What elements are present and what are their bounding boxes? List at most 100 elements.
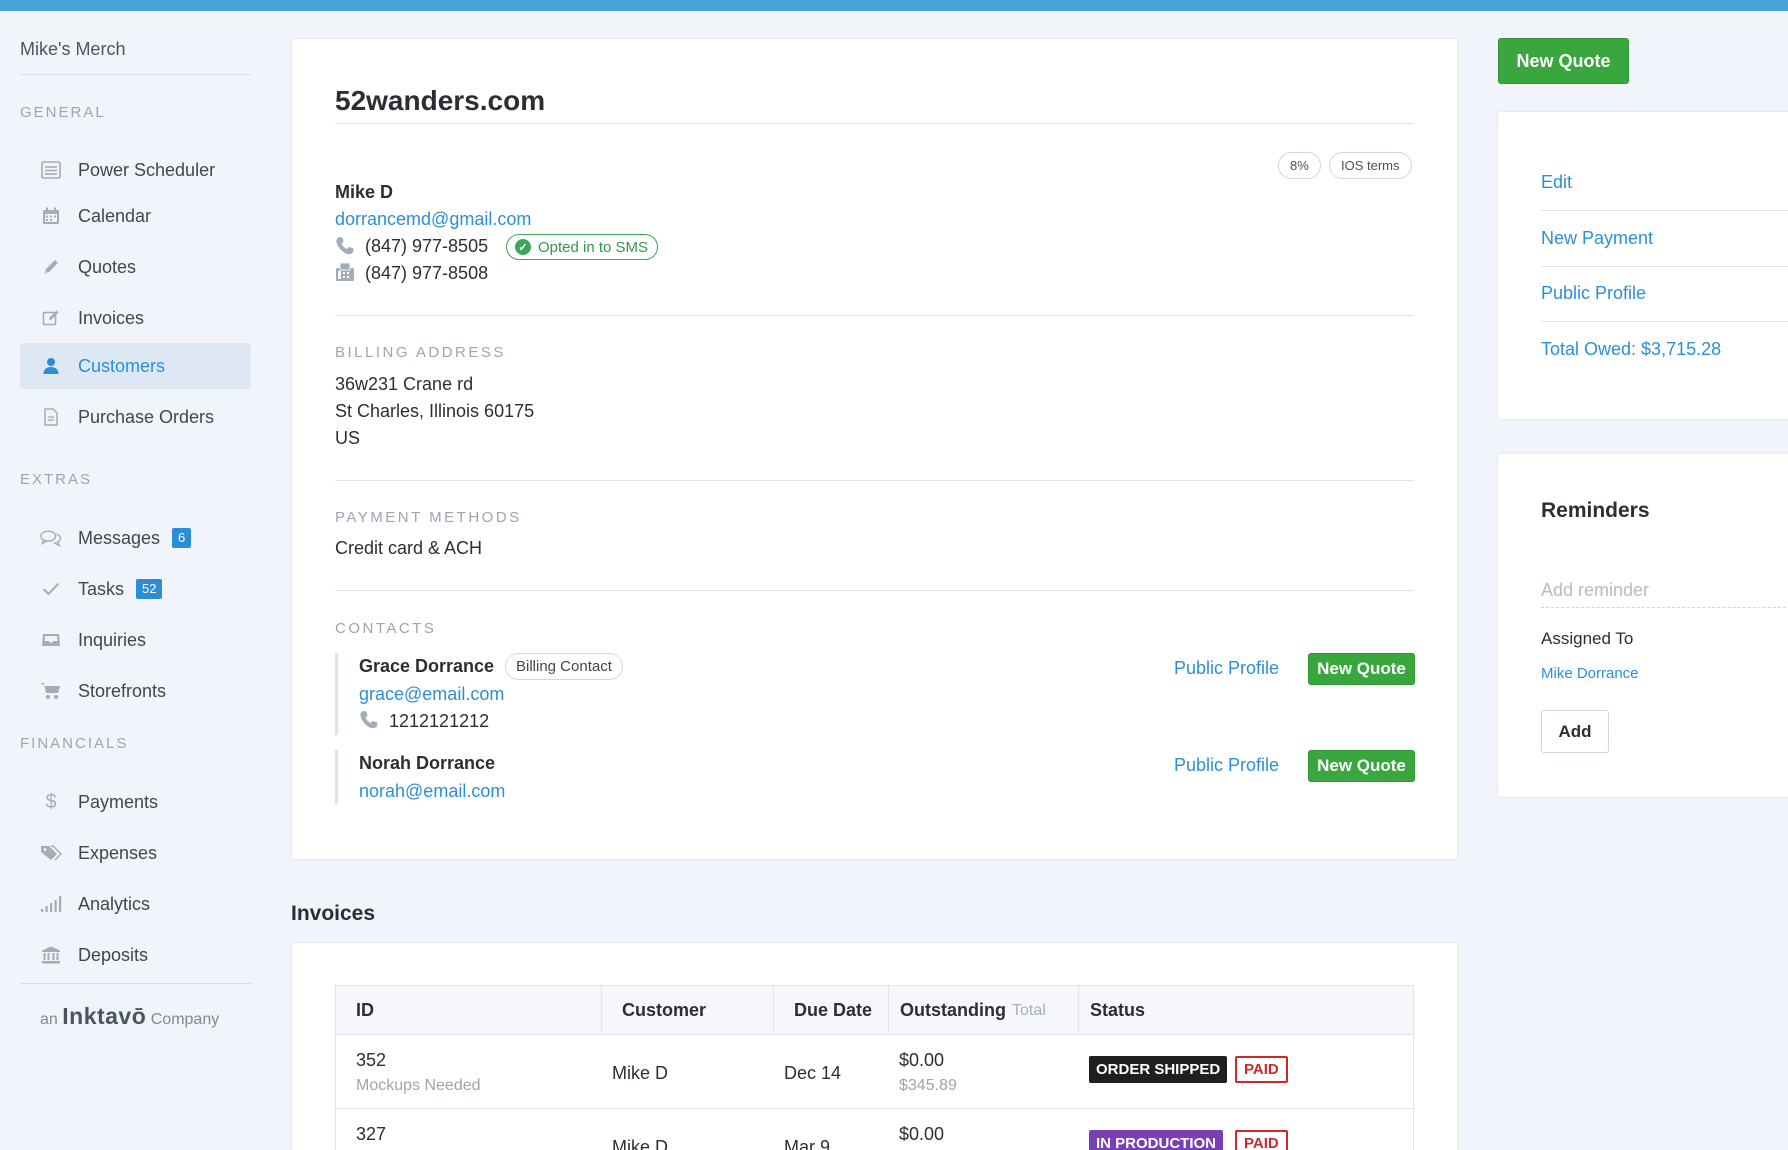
list-icon xyxy=(40,159,62,181)
sidebar-item-payments[interactable]: $ Payments xyxy=(20,779,251,825)
table-row[interactable]: 352 Mockups Needed Mike D Dec 14 $0.00 $… xyxy=(336,1036,1413,1109)
contact-new-quote-button[interactable]: New Quote xyxy=(1308,653,1415,685)
customer-card: 52wanders.com 8% IOS terms Mike D dorran… xyxy=(291,38,1458,860)
address-line-3: US xyxy=(335,428,361,448)
assigned-to-label: Assigned To xyxy=(1541,629,1634,648)
column-header-label: Customer xyxy=(622,1000,707,1020)
column-header-label: Due Date xyxy=(794,1000,873,1020)
table-header: ID Customer Due Date Outstanding Total St… xyxy=(336,986,1413,1035)
calendar-icon xyxy=(40,205,62,227)
column-header-label: Status xyxy=(1090,1000,1146,1020)
company-footer: an Inktavō Company xyxy=(40,1003,219,1030)
invoice-due-date: Mar 9 xyxy=(784,1137,831,1150)
public-profile-link[interactable]: Public Profile xyxy=(1541,283,1646,304)
customer-fax: (847) 977-8508 xyxy=(365,263,489,283)
sidebar-item-label: Power Scheduler xyxy=(78,159,216,180)
sidebar-item-label: Expenses xyxy=(78,842,158,863)
brand-name[interactable]: Mike's Merch xyxy=(20,39,125,60)
contact-item: Grace Dorrance Billing Contact grace@ema… xyxy=(335,653,1415,735)
contact-email-link[interactable]: grace@email.com xyxy=(359,684,504,705)
contact-email-link[interactable]: norah@email.com xyxy=(359,781,505,802)
contact-public-profile-link[interactable]: Public Profile xyxy=(1174,755,1279,776)
add-reminder-button[interactable]: Add xyxy=(1541,710,1609,753)
bars-icon xyxy=(40,893,62,915)
divider xyxy=(1541,266,1788,267)
sidebar-item-label: Storefronts xyxy=(78,680,167,701)
check-circle-icon: ✓ xyxy=(515,239,531,255)
tag-icon xyxy=(40,842,62,864)
reminders-card: Reminders Assigned To Mike Dorrance Add xyxy=(1497,453,1788,798)
sidebar-item-tasks[interactable]: Tasks 52 xyxy=(20,566,251,612)
column-header-customer[interactable]: Customer xyxy=(602,986,774,1035)
sidebar-item-quotes[interactable]: Quotes xyxy=(20,244,251,290)
column-header-outstanding[interactable]: Outstanding Total xyxy=(889,986,1079,1035)
sidebar-item-inquiries[interactable]: Inquiries xyxy=(20,617,251,663)
sidebar-item-label: Payments xyxy=(78,791,159,812)
invoices-table: ID Customer Due Date Outstanding Total St… xyxy=(335,985,1414,1150)
contact-name: Norah Dorrance xyxy=(359,753,496,773)
sidebar-item-deposits[interactable]: Deposits xyxy=(20,932,251,978)
sidebar-item-label: Tasks xyxy=(78,578,125,599)
dollar-icon: $ xyxy=(45,790,57,813)
billing-address-heading: BILLING ADDRESS xyxy=(335,344,506,361)
contacts-heading: CONTACTS xyxy=(335,620,437,637)
messages-count-badge: 6 xyxy=(172,528,192,548)
customer-phone: (847) 977-8505 xyxy=(365,236,489,256)
new-quote-button[interactable]: New Quote xyxy=(1498,38,1629,84)
column-header-label: ID xyxy=(356,1000,374,1020)
address-line-1: 36w231 Crane rd xyxy=(335,374,474,394)
divider xyxy=(1541,210,1788,211)
total-owed-link[interactable]: Total Owed: $3,715.28 xyxy=(1541,339,1721,360)
sidebar-item-messages[interactable]: Messages 6 xyxy=(20,515,251,561)
customer-actions-card: Edit New Payment Public Profile Total Ow… xyxy=(1497,111,1788,420)
user-icon xyxy=(40,355,62,377)
sms-status-badge: ✓ Opted in to SMS xyxy=(506,234,659,260)
status-badge: ORDER SHIPPED xyxy=(1089,1056,1228,1083)
invoice-total: $345.89 xyxy=(899,1077,957,1094)
edit-link[interactable]: Edit xyxy=(1541,172,1572,193)
phone-icon xyxy=(359,710,379,730)
paid-badge: PAID xyxy=(1235,1130,1288,1150)
customer-email-link[interactable]: dorrancemd@gmail.com xyxy=(335,209,531,230)
sidebar-item-invoices[interactable]: Invoices xyxy=(20,295,251,341)
pencil-icon xyxy=(40,256,62,278)
new-payment-link[interactable]: New Payment xyxy=(1541,228,1653,249)
divider xyxy=(335,315,1414,316)
payment-methods-value: Credit card & ACH xyxy=(335,538,483,558)
contact-public-profile-link[interactable]: Public Profile xyxy=(1174,658,1279,679)
sidebar-item-purchase-orders[interactable]: Purchase Orders xyxy=(20,394,251,440)
tasks-count-badge: 52 xyxy=(136,579,163,599)
contact-phone: 1212121212 xyxy=(389,711,490,731)
tax-rate-pill: 8% xyxy=(1278,152,1321,179)
add-reminder-input[interactable] xyxy=(1541,574,1788,608)
section-financials: FINANCIALS xyxy=(20,735,129,752)
sidebar-item-label: Purchase Orders xyxy=(78,406,215,427)
sidebar-item-expenses[interactable]: Expenses xyxy=(20,830,251,876)
invoice-customer: Mike D xyxy=(612,1137,669,1150)
sidebar-item-analytics[interactable]: Analytics xyxy=(20,881,251,927)
column-header-status[interactable]: Status xyxy=(1079,986,1413,1035)
sidebar-item-label: Customers xyxy=(78,355,166,376)
sidebar-item-calendar[interactable]: Calendar xyxy=(20,193,251,239)
column-header-sublabel: Total xyxy=(1012,1001,1046,1019)
company-prefix: an xyxy=(40,1011,58,1028)
fax-icon xyxy=(335,262,355,282)
invoice-outstanding: $0.00 xyxy=(899,1050,945,1070)
sidebar-item-storefronts[interactable]: Storefronts xyxy=(20,668,251,714)
sidebar: Mike's Merch GENERAL Power Scheduler Cal… xyxy=(0,11,270,1150)
contact-new-quote-button[interactable]: New Quote xyxy=(1308,750,1415,782)
table-row[interactable]: 327 Mike D Mar 9 $0.00 IN PRODUCTION PAI… xyxy=(336,1110,1413,1150)
sidebar-item-customers[interactable]: Customers xyxy=(20,343,251,389)
sidebar-item-power-scheduler[interactable]: Power Scheduler xyxy=(20,147,251,193)
sidebar-item-label: Calendar xyxy=(78,205,152,226)
invoices-heading: Invoices xyxy=(291,902,376,925)
invoice-due-date: Dec 14 xyxy=(784,1063,842,1083)
column-header-id[interactable]: ID xyxy=(336,986,602,1035)
column-header-due-date[interactable]: Due Date xyxy=(774,986,889,1035)
invoice-id: 327 xyxy=(356,1124,387,1144)
chat-icon xyxy=(40,527,62,549)
assignee-link[interactable]: Mike Dorrance xyxy=(1541,665,1639,682)
contact-item: Norah Dorrance norah@email.com Public Pr… xyxy=(335,750,1415,804)
sidebar-item-label: Deposits xyxy=(78,944,149,965)
invoice-note: Mockups Needed xyxy=(356,1077,481,1094)
